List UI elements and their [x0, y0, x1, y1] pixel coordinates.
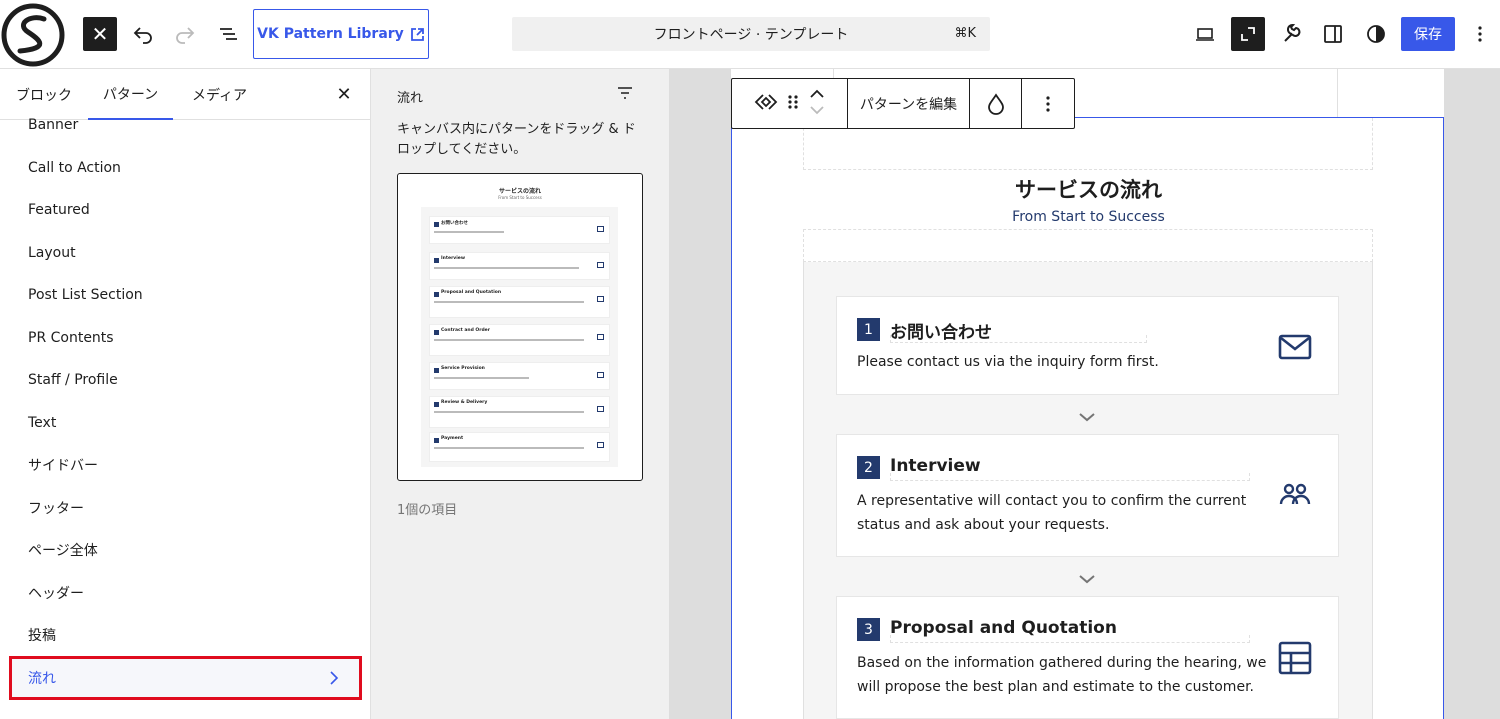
- list-view-icon: [220, 28, 237, 40]
- save-button[interactable]: 保存: [1401, 17, 1455, 51]
- device-preview-button[interactable]: [1188, 17, 1222, 51]
- more-vertical-icon: [1478, 26, 1482, 42]
- close-inserter-button[interactable]: ✕: [83, 17, 117, 51]
- close-icon[interactable]: ✕: [332, 82, 356, 106]
- step-text[interactable]: will propose the best plan and estimate …: [857, 675, 1254, 699]
- step-card-3[interactable]: 3 Proposal and Quotation Based on the in…: [836, 596, 1339, 719]
- heading-outline: [890, 335, 1147, 343]
- inserter-sidebar: ブロック パターン メディア ✕ Banner Call to Action F…: [0, 69, 371, 719]
- thumbnail-step: Contract and Order: [429, 324, 610, 356]
- thumbnail-step: Proposal and Quotation: [429, 286, 610, 318]
- category-post-list-section[interactable]: Post List Section: [0, 274, 370, 316]
- wrench-icon: [1284, 24, 1301, 42]
- section-subtitle[interactable]: From Start to Success: [732, 209, 1445, 225]
- vk-pattern-library-label: VK Pattern Library: [257, 26, 404, 42]
- envelope-icon: [1278, 334, 1312, 360]
- chevron-down-icon: [1079, 413, 1095, 422]
- thumbnail-step: お問い合わせ: [429, 216, 610, 244]
- block-options-button[interactable]: [1022, 79, 1074, 128]
- droplet-icon: [987, 92, 1004, 115]
- heading-outline: [890, 635, 1250, 643]
- thumbnail-subtitle: From Start to Success: [498, 195, 542, 200]
- category-call-to-action[interactable]: Call to Action: [0, 147, 370, 189]
- panel-title: 流れ: [397, 91, 424, 106]
- drag-handle-icon[interactable]: [786, 90, 800, 118]
- canvas-page: サービスの流れ From Start to Success 1 お問い合わせ P…: [731, 69, 1444, 719]
- block-toolbar: パターンを編集: [731, 78, 1075, 129]
- color-button[interactable]: [970, 79, 1022, 128]
- heading-outline: [890, 473, 1250, 481]
- category-flow-selected[interactable]: 流れ: [9, 656, 362, 700]
- category-featured[interactable]: Featured: [0, 189, 370, 231]
- template-title: フロントページ · テンプレート: [653, 27, 849, 43]
- step-number: 2: [857, 456, 880, 479]
- thumbnail-step: Review & Delivery: [429, 396, 610, 428]
- category-flow-label: 流れ: [28, 671, 56, 687]
- thumbnail-step: Service Provision: [429, 362, 610, 390]
- step-text[interactable]: A representative will contact you to con…: [857, 489, 1246, 513]
- command-palette-bar[interactable]: フロントページ · テンプレート ⌘K: [512, 17, 990, 51]
- command-shortcut: ⌘K: [954, 26, 976, 41]
- category-full-page[interactable]: ページ全体: [0, 529, 370, 571]
- category-layout[interactable]: Layout: [0, 232, 370, 274]
- undo-button[interactable]: [126, 17, 160, 51]
- pattern-category-panel: 流れ キャンバス内にパターンをドラッグ & ドロップしてください。 サービスの流…: [371, 69, 669, 719]
- step-text[interactable]: Based on the information gathered during…: [857, 651, 1266, 675]
- pattern-thumbnail[interactable]: サービスの流れ From Start to Success お問い合わせ Int…: [397, 173, 643, 481]
- section-title[interactable]: サービスの流れ: [732, 174, 1445, 204]
- vk-pattern-library-button[interactable]: VK Pattern Library: [253, 9, 429, 59]
- category-banner[interactable]: Banner: [0, 104, 370, 146]
- filter-icon[interactable]: [616, 84, 634, 106]
- zoom-out-button[interactable]: [1231, 17, 1265, 51]
- chevron-down-icon: [1079, 575, 1095, 584]
- category-text[interactable]: Text: [0, 402, 370, 444]
- thumbnail-step: Interview: [429, 252, 610, 280]
- chevron-right-icon: [329, 671, 339, 689]
- thumbnail-title: サービスの流れ: [498, 188, 541, 195]
- block-toolbar-parent-group: [732, 79, 848, 128]
- close-icon: ✕: [91, 22, 109, 46]
- styles-button[interactable]: [1359, 17, 1393, 51]
- category-sidebar[interactable]: サイドバー: [0, 444, 370, 486]
- editor-header: ✕ VK Pattern Library フロントページ · テンプレート ⌘K…: [0, 0, 1500, 69]
- pattern-icon[interactable]: [754, 90, 778, 118]
- step-text[interactable]: status and ask about your requests.: [857, 513, 1109, 537]
- panel-description: キャンバス内にパターンをドラッグ & ドロップしてください。: [397, 122, 636, 157]
- undo-icon: [133, 27, 152, 44]
- move-up-down-icon[interactable]: [808, 85, 826, 123]
- external-link-icon: [410, 27, 424, 41]
- category-footer[interactable]: フッター: [0, 487, 370, 529]
- site-logo-icon[interactable]: [0, 2, 66, 68]
- redo-button[interactable]: [168, 17, 202, 51]
- table-icon: [1278, 641, 1312, 675]
- redo-icon: [176, 27, 195, 44]
- sidebar-toggle-icon: [1324, 25, 1342, 43]
- contrast-icon: [1367, 25, 1385, 43]
- thumbnail-step: Payment: [429, 432, 610, 462]
- spacer-block[interactable]: [803, 229, 1373, 262]
- category-staff-profile[interactable]: Staff / Profile: [0, 359, 370, 401]
- users-icon: [1279, 483, 1311, 505]
- desktop-icon: [1196, 28, 1214, 41]
- step-number: 1: [857, 318, 880, 341]
- zoom-out-icon: [1241, 27, 1255, 41]
- step-card-2[interactable]: 2 Interview A representative will contac…: [836, 434, 1339, 557]
- category-pr-contents[interactable]: PR Contents: [0, 317, 370, 359]
- category-header[interactable]: ヘッダー: [0, 572, 370, 614]
- edit-pattern-button[interactable]: パターンを編集: [848, 79, 970, 128]
- edit-pattern-label: パターンを編集: [859, 96, 958, 113]
- step-card-1[interactable]: 1 お問い合わせ Please contact us via the inqui…: [836, 296, 1339, 395]
- document-overview-button[interactable]: [211, 17, 245, 51]
- category-posts[interactable]: 投稿: [0, 614, 370, 656]
- tools-button[interactable]: [1274, 17, 1308, 51]
- options-button[interactable]: [1463, 17, 1497, 51]
- step-text[interactable]: Please contact us via the inquiry form f…: [857, 350, 1159, 374]
- more-vertical-icon: [1046, 95, 1050, 112]
- flow-pattern-block[interactable]: サービスの流れ From Start to Success 1 お問い合わせ P…: [731, 117, 1444, 719]
- step-number: 3: [857, 618, 880, 641]
- editor-canvas: サービスの流れ From Start to Success 1 お問い合わせ P…: [669, 69, 1500, 719]
- settings-sidebar-button[interactable]: [1316, 17, 1350, 51]
- pattern-count: 1個の項目: [397, 503, 458, 518]
